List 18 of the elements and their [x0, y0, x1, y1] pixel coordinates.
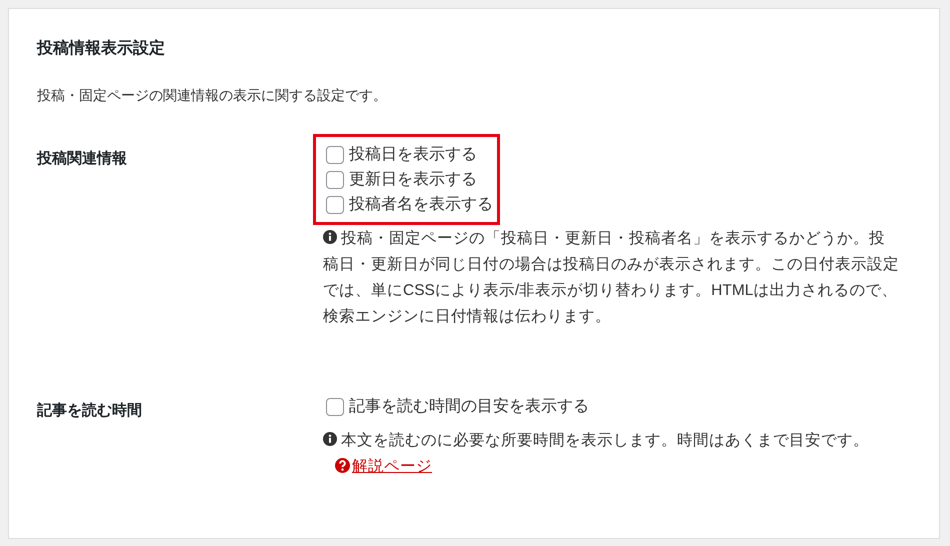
info-icon [323, 432, 337, 446]
help-icon [335, 458, 350, 473]
help-text: 本文を読むのに必要な所要時間を表示します。時間はあくまで目安です。 解説ページ [323, 428, 899, 480]
guide-link[interactable]: 解説ページ [335, 458, 432, 475]
setting-label: 投稿関連情報 [37, 149, 128, 169]
checkbox-label: 投稿日を表示する [349, 144, 477, 164]
section-description: 投稿・固定ページの関連情報の表示に関する設定です。 [37, 86, 388, 105]
help-text: 投稿・固定ページの「投稿日・更新日・投稿者名」を表示するかどうか。投稿日・更新日が同じ日付の場合は投稿日のみが表示されます。この日付表示設定では、単にCSSにより表示/非表示が切り替わります。HTMLは出力されるので、検索エンジンに日付情報は伝わります。 [323, 229, 899, 327]
section-title: 投稿情報表示設定 [37, 38, 166, 59]
checkbox[interactable] [326, 170, 344, 188]
info-icon [323, 230, 337, 244]
checkbox[interactable] [326, 398, 344, 416]
checkbox-label: 更新日を表示する [349, 170, 477, 190]
setting-label: 記事を読む時間 [37, 401, 143, 421]
checkbox[interactable] [326, 196, 344, 214]
checkbox-label: 投稿者名を表示する [349, 194, 493, 214]
checkbox[interactable] [326, 146, 344, 164]
checkbox-label: 記事を読む時間の目安を表示する [349, 396, 589, 416]
